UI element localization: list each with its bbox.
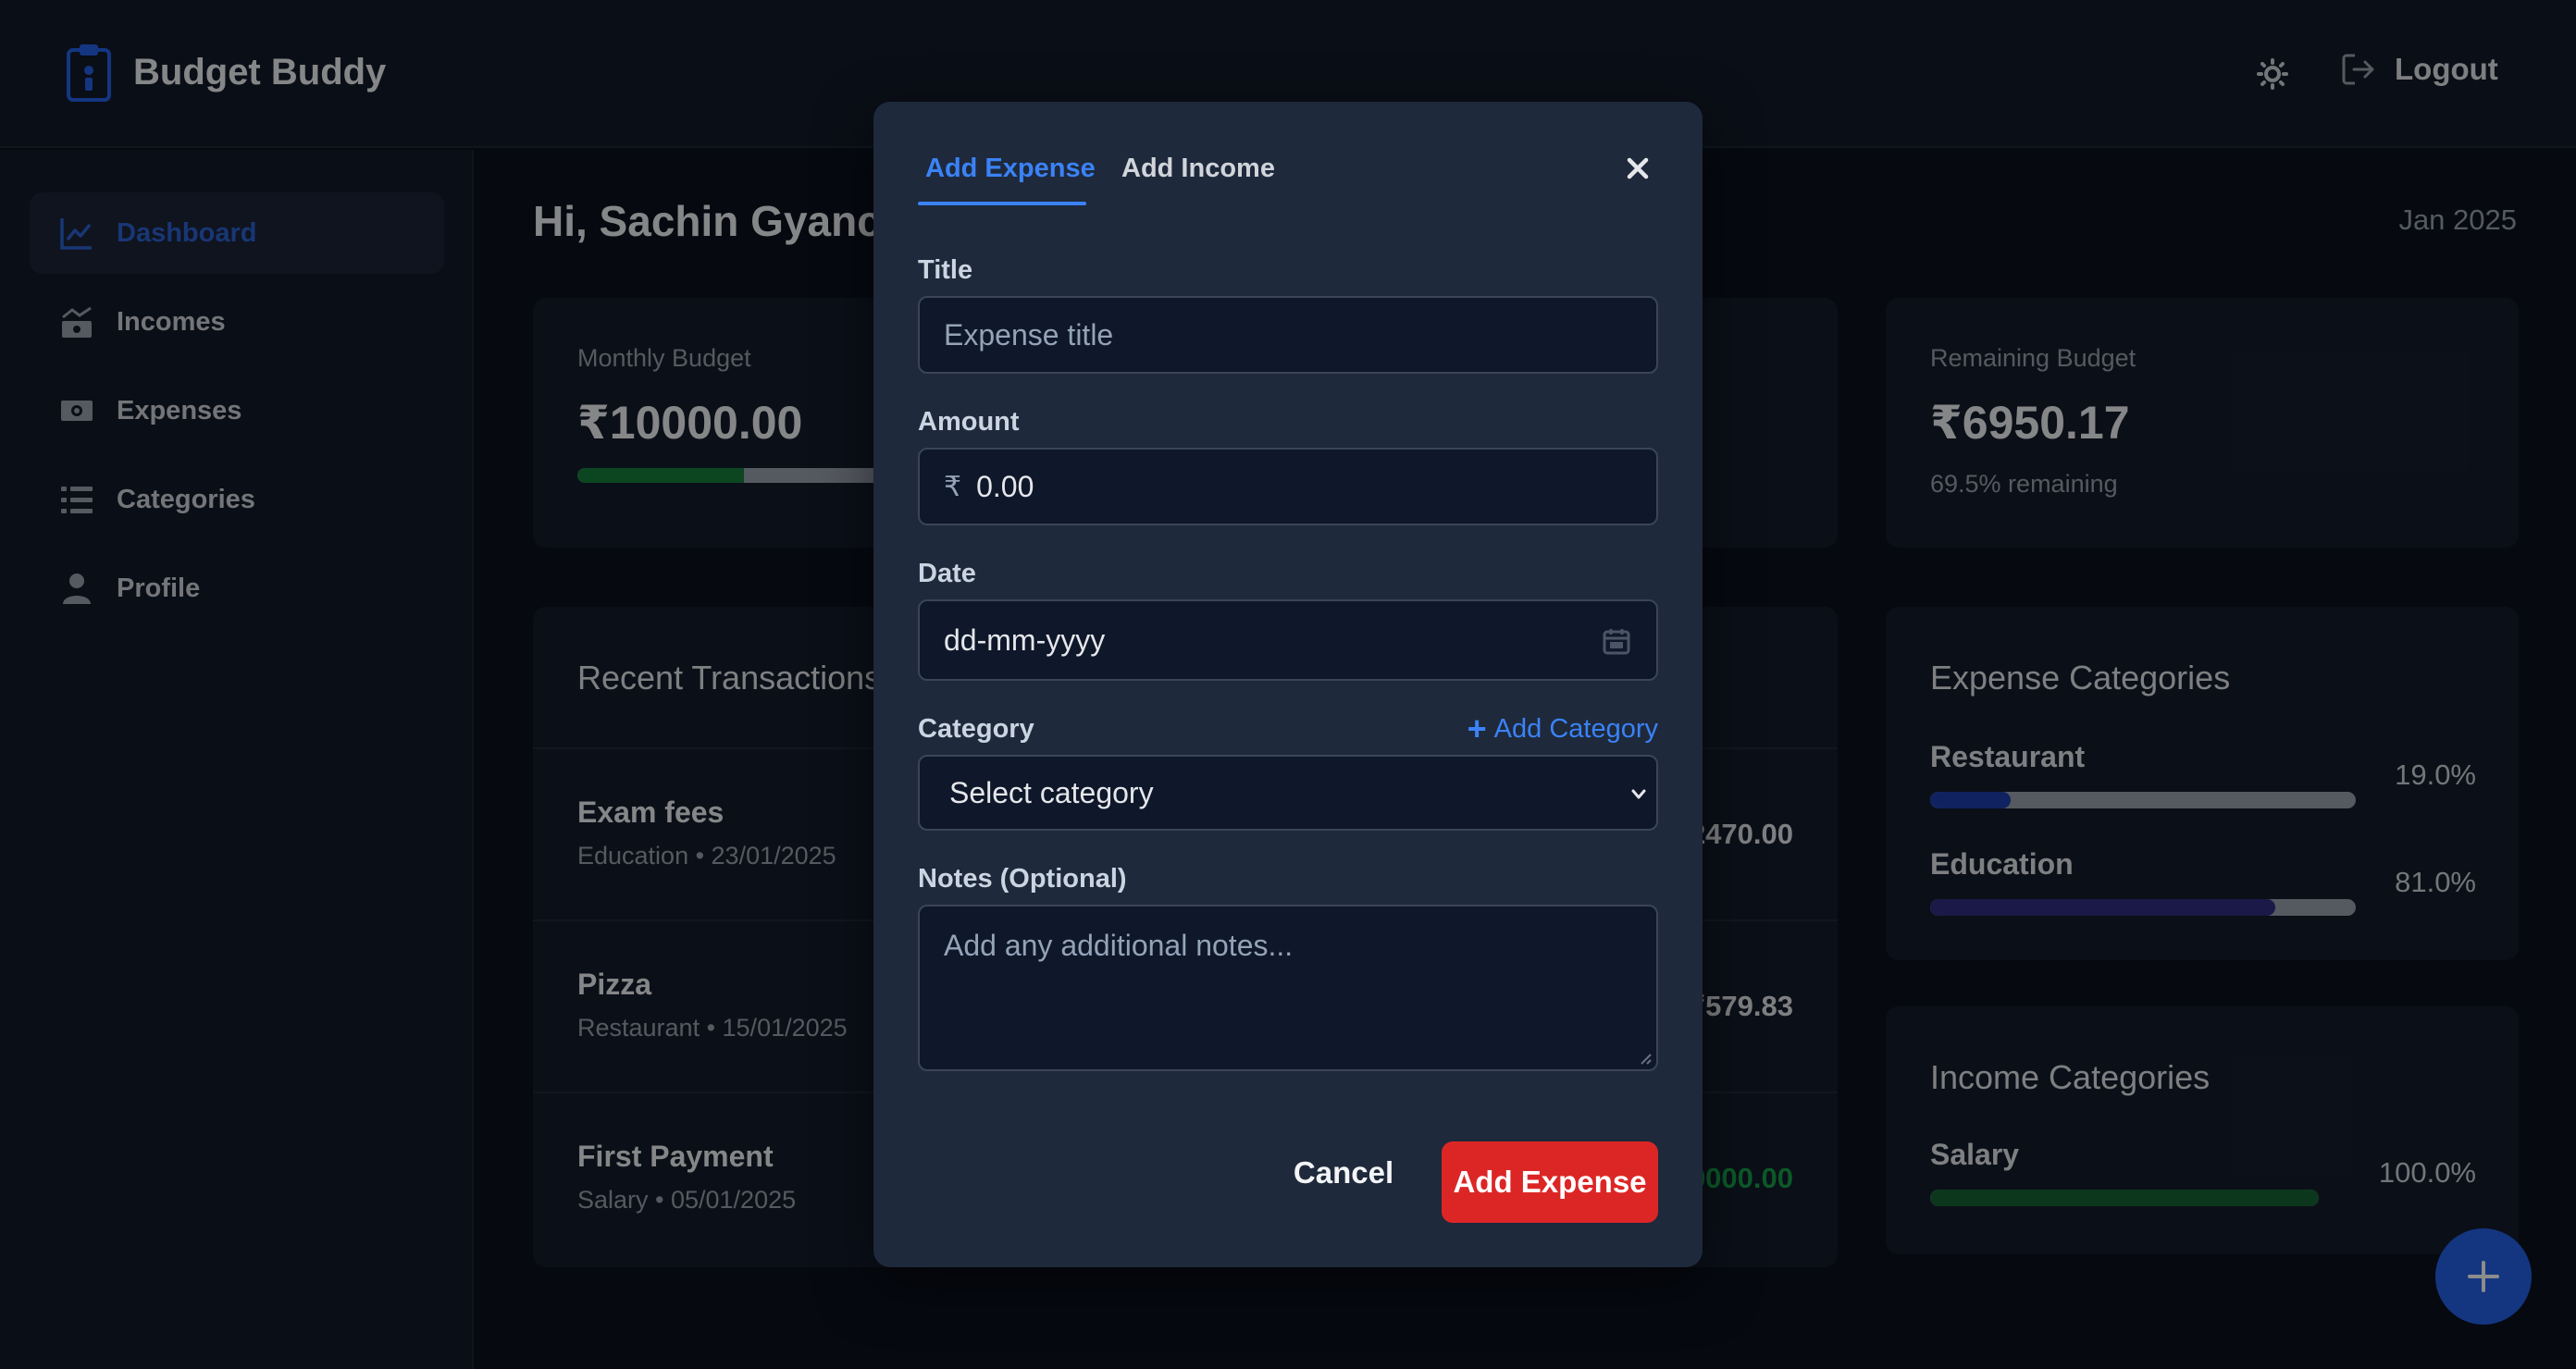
close-button[interactable]	[1619, 150, 1656, 187]
amount-input[interactable]: ₹ 0.00	[918, 448, 1658, 525]
add-category-label: Add Category	[1493, 713, 1658, 744]
title-input[interactable]: Expense title	[918, 296, 1658, 374]
add-expense-button[interactable]: Add Expense	[1442, 1141, 1658, 1223]
title-label: Title	[918, 255, 973, 285]
amount-label: Amount	[918, 407, 1020, 437]
tab-add-expense[interactable]: Add Expense	[925, 154, 1096, 184]
currency-prefix: ₹	[944, 471, 962, 502]
cancel-button[interactable]: Cancel	[1286, 1143, 1401, 1202]
date-input[interactable]: dd-mm-yyyy	[918, 599, 1658, 681]
close-icon	[1627, 157, 1649, 179]
chevron-down-icon	[1631, 789, 1646, 799]
active-tab-indicator	[918, 202, 1086, 205]
add-category-link[interactable]: + Add Category	[1468, 712, 1658, 746]
plus-icon: +	[1467, 709, 1487, 747]
notes-label: Notes (Optional)	[918, 864, 1127, 894]
notes-placeholder: Add any additional notes...	[944, 929, 1294, 962]
title-placeholder: Expense title	[944, 317, 1114, 352]
tab-add-income[interactable]: Add Income	[1121, 154, 1275, 184]
category-selected-value: Select category	[949, 775, 1154, 809]
date-label: Date	[918, 559, 976, 588]
category-select[interactable]: Select category	[918, 755, 1658, 831]
date-placeholder: dd-mm-yyyy	[944, 623, 1106, 657]
add-transaction-modal: Add Expense Add Income Title Expense tit…	[873, 102, 1703, 1267]
resize-handle-icon[interactable]	[1638, 1051, 1653, 1066]
notes-textarea[interactable]: Add any additional notes...	[918, 905, 1658, 1071]
category-label: Category	[918, 714, 1034, 744]
calendar-icon[interactable]	[1603, 627, 1630, 655]
amount-placeholder: 0.00	[976, 469, 1034, 503]
